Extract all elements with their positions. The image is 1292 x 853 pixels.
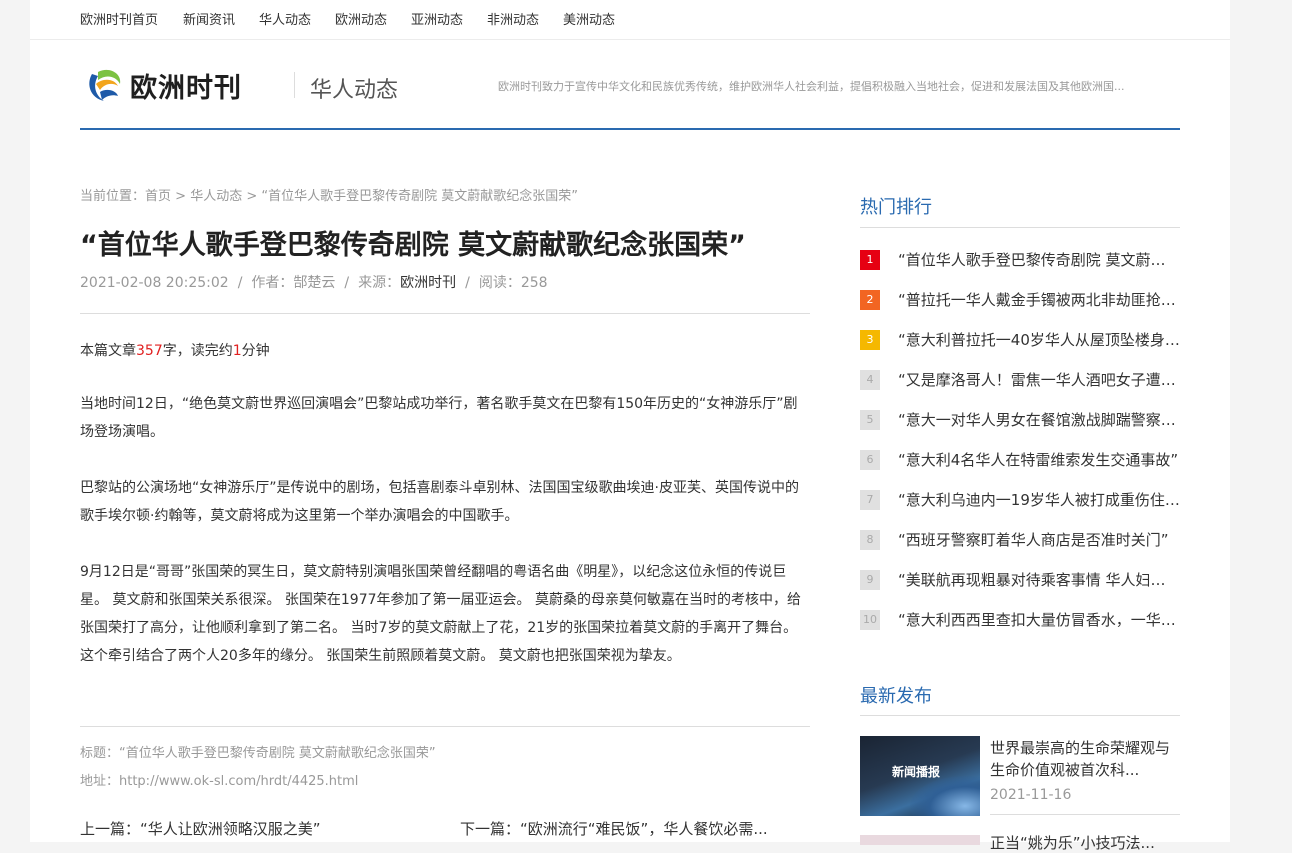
hot-ranking-title: 热门排行 xyxy=(860,197,932,218)
thumbnail-earth-glow xyxy=(910,776,980,816)
hot-ranking-link[interactable]: “美联航再现粗暴对待乘客事情 华人妇女被拖” xyxy=(898,569,1180,590)
rank-number-badge: 4 xyxy=(860,370,880,390)
wordcount-text: 字，读完约 xyxy=(162,343,233,359)
latest-item-title[interactable]: 正当“姚为乐”小技巧法... xyxy=(990,832,1180,853)
rank-number-badge: 6 xyxy=(860,450,880,470)
rank-number-badge: 10 xyxy=(860,610,880,630)
latest-divider xyxy=(860,715,1180,716)
section-title: 华人动态 xyxy=(310,78,399,103)
thumbnail-caption: 新闻播报 xyxy=(892,765,941,779)
hot-ranking-item[interactable]: 8 “西班牙警察盯着华人商店是否准时关门” xyxy=(860,529,1180,551)
meta-separator: / xyxy=(465,275,470,291)
breadcrumb-prefix: 当前位置： xyxy=(80,189,146,204)
breadcrumb-sep: > xyxy=(175,189,187,204)
hot-ranking-link[interactable]: “意大利普拉托一40岁华人从屋顶坠楼身亡” xyxy=(898,329,1180,350)
hot-ranking-link[interactable]: “意大利乌迪内一19岁华人被打成重伤住院” xyxy=(898,489,1180,510)
hot-ranking-item[interactable]: 10 “意大利西西里查扣大量仿冒香水，一华人被查” xyxy=(860,609,1180,631)
wordcount-text: 本篇文章 xyxy=(80,343,136,359)
breadcrumb: 当前位置：首页 > 华人动态 > “首位华人歌手登巴黎传奇剧院 莫文蔚献歌纪念张… xyxy=(80,185,578,204)
hot-ranking-item[interactable]: 7 “意大利乌迪内一19岁华人被打成重伤住院” xyxy=(860,489,1180,511)
rank-number-badge: 2 xyxy=(860,290,880,310)
hot-ranking-item[interactable]: 6 “意大利4名华人在特雷维索发生交通事故” xyxy=(860,449,1180,471)
breadcrumb-current: “首位华人歌手登巴黎传奇剧院 莫文蔚献歌纪念张国荣” xyxy=(261,189,579,204)
article-url-line: 地址：http://www.ok-sl.com/hrdt/4425.html xyxy=(80,774,359,789)
rank-number-badge: 5 xyxy=(860,410,880,430)
prev-article-link[interactable]: 上一篇：“华人让欧洲领略汉服之美” xyxy=(80,818,410,839)
site-slogan: 欧洲时刊致力于宣传中华文化和民族优秀传统，维护欧洲华人社会利益，提倡积极融入当地… xyxy=(498,80,1125,93)
article-paragraph: 9月12日是“哥哥”张国荣的冥生日，莫文蔚特别演唱张国荣曾经翻唱的粤语名曲《明星… xyxy=(80,564,801,664)
article-paragraph: 巴黎站的公演场地“女神游乐厅”是传说中的剧场，包括喜剧泰斗卓别林、法国国宝级歌曲… xyxy=(80,480,799,524)
author-label: 作者： xyxy=(251,275,294,291)
latest-thumbnail[interactable]: 新闻播报 xyxy=(860,736,980,816)
article-author: 郜楚云 xyxy=(293,275,336,291)
article-footer-divider xyxy=(80,726,810,727)
meta-divider xyxy=(80,313,810,314)
hot-ranking-divider xyxy=(860,227,1180,228)
nav-america[interactable]: 美洲动态 xyxy=(563,9,615,28)
hot-ranking-link[interactable]: “又是摩洛哥人！雷焦一华人酒吧女子遭殴打” xyxy=(898,369,1180,390)
article-meta: 2021-02-08 20:25:02 / 作者：郜楚云 / 来源：欧洲时刊 / 阅读：25… xyxy=(80,272,548,292)
hot-ranking-item[interactable]: 3 “意大利普拉托一40岁华人从屋顶坠楼身亡” xyxy=(860,329,1180,351)
hot-ranking-link[interactable]: “意大一对华人男女在餐馆激战脚踹警察被捕” xyxy=(898,409,1180,430)
read-count: 258 xyxy=(520,275,548,291)
article-paragraph: 当地时间12日，“绝色莫文蔚世界巡回演唱会”巴黎站成功举行，著名歌手莫文在巴黎有… xyxy=(80,396,798,440)
latest-thumbnail[interactable] xyxy=(860,835,980,845)
wordcount-text: 分钟 xyxy=(241,343,270,359)
wordcount-number: 357 xyxy=(136,343,163,359)
hot-ranking-link[interactable]: “意大利西西里查扣大量仿冒香水，一华人被查” xyxy=(898,609,1180,630)
nav-chinese[interactable]: 华人动态 xyxy=(259,9,311,28)
hot-ranking-item[interactable]: 4 “又是摩洛哥人！雷焦一华人酒吧女子遭殴打” xyxy=(860,369,1180,391)
hot-ranking-item[interactable]: 5 “意大一对华人男女在餐馆激战脚踹警察被捕” xyxy=(860,409,1180,431)
top-nav: 欧洲时刊首页 新闻资讯 华人动态 欧洲动态 亚洲动态 非洲动态 美洲动态 xyxy=(30,0,1230,40)
article-source: 欧洲时刊 xyxy=(400,275,457,291)
hot-ranking-link[interactable]: “西班牙警察盯着华人商店是否准时关门” xyxy=(898,529,1180,550)
header-divider xyxy=(80,128,1180,130)
nav-home[interactable]: 欧洲时刊首页 xyxy=(80,9,158,28)
next-article-link[interactable]: 下一篇：“欧洲流行“难民饭”，华人餐饮必需... xyxy=(460,818,810,839)
rank-number-badge: 8 xyxy=(860,530,880,550)
latest-item-title[interactable]: 世界最崇高的生命荣耀观与生命价值观被首次科... xyxy=(990,737,1180,781)
nav-africa[interactable]: 非洲动态 xyxy=(487,9,539,28)
nav-europe[interactable]: 欧洲动态 xyxy=(335,9,387,28)
latest-title: 最新发布 xyxy=(860,686,932,707)
article-title: “首位华人歌手登巴黎传奇剧院 莫文蔚献歌纪念张国荣” xyxy=(80,230,746,261)
site-logo-icon[interactable] xyxy=(84,64,124,104)
hot-ranking-item[interactable]: 2 “普拉托一华人戴金手镯被两北非劫匪抢劫” xyxy=(860,289,1180,311)
hot-ranking-link[interactable]: “意大利4名华人在特雷维索发生交通事故” xyxy=(898,449,1180,470)
header-separator xyxy=(294,72,295,98)
rank-number-badge: 1 xyxy=(860,250,880,270)
read-minutes: 1 xyxy=(232,343,242,359)
breadcrumb-section[interactable]: 华人动态 xyxy=(190,189,242,204)
word-count: 本篇文章357字，读完约1分钟 xyxy=(80,340,270,360)
latest-item-divider xyxy=(990,814,1180,815)
breadcrumb-sep: > xyxy=(246,189,258,204)
article-date: 2021-02-08 20:25:02 xyxy=(80,275,229,291)
breadcrumb-home[interactable]: 首页 xyxy=(145,189,171,204)
meta-separator: / xyxy=(237,275,243,291)
latest-item-date: 2021-11-16 xyxy=(990,787,1072,803)
article-title-line: 标题：“首位华人歌手登巴黎传奇剧院 莫文蔚献歌纪念张国荣” xyxy=(80,746,436,761)
hot-ranking-item[interactable]: 1 “首位华人歌手登巴黎传奇剧院 莫文蔚献歌纪念张国荣” xyxy=(860,249,1180,271)
hot-ranking-link[interactable]: “首位华人歌手登巴黎传奇剧院 莫文蔚献歌纪念张国荣” xyxy=(898,249,1180,270)
rank-number-badge: 7 xyxy=(860,490,880,510)
nav-news[interactable]: 新闻资讯 xyxy=(183,9,235,28)
site-brand[interactable]: 欧洲时刊 xyxy=(130,66,242,105)
reads-label: 阅读： xyxy=(478,275,521,291)
rank-number-badge: 3 xyxy=(860,330,880,350)
source-label: 来源： xyxy=(358,275,401,291)
hot-ranking-link[interactable]: “普拉托一华人戴金手镯被两北非劫匪抢劫” xyxy=(898,289,1180,310)
hot-ranking-item[interactable]: 9 “美联航再现粗暴对待乘客事情 华人妇女被拖” xyxy=(860,569,1180,591)
nav-asia[interactable]: 亚洲动态 xyxy=(411,9,463,28)
page: 欧洲时刊首页 新闻资讯 华人动态 欧洲动态 亚洲动态 非洲动态 美洲动态 欧洲时… xyxy=(30,0,1230,852)
rank-number-badge: 9 xyxy=(860,570,880,590)
meta-separator: / xyxy=(344,275,350,291)
